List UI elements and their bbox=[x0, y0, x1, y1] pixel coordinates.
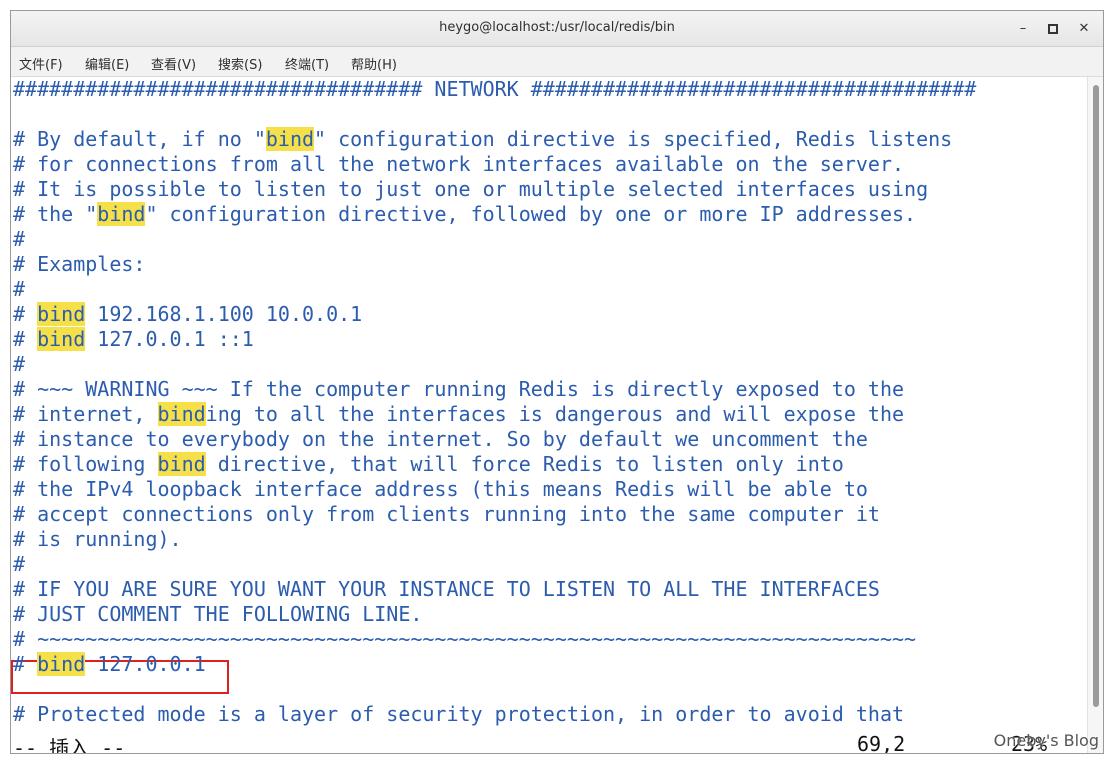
menu-help[interactable]: 帮助(H) bbox=[351, 54, 397, 73]
cursor-position: 69,2 bbox=[857, 732, 906, 754]
terminal-line: # ~~~ WARNING ~~~ If the computer runnin… bbox=[13, 377, 905, 401]
terminal-line: # is running). bbox=[13, 527, 182, 551]
maximize-icon[interactable] bbox=[1043, 19, 1063, 39]
terminal-line: # It is possible to listen to just one o… bbox=[13, 177, 929, 201]
terminal-line: # the "bind" configuration directive, fo… bbox=[13, 202, 917, 226]
menu-terminal[interactable]: 终端(T) bbox=[285, 54, 329, 73]
menu-search[interactable]: 搜索(S) bbox=[218, 54, 262, 73]
terminal-line: # bbox=[13, 552, 26, 576]
terminal-line: # Protected mode is a layer of security … bbox=[13, 702, 905, 726]
menu-bar: 文件(F) 编辑(E) 查看(V) 搜索(S) 终端(T) 帮助(H) bbox=[11, 47, 1103, 77]
terminal-content[interactable]: -- 插入 -- 69,2 23% ######################… bbox=[11, 77, 1089, 754]
terminal-line: # bbox=[13, 227, 26, 251]
terminal-line: # the IPv4 loopback interface address (t… bbox=[13, 477, 868, 501]
vim-status-line: -- 插入 -- 69,2 23% bbox=[11, 732, 1089, 754]
vim-mode: -- 插入 -- bbox=[13, 736, 126, 754]
scrollbar[interactable] bbox=[1087, 77, 1103, 753]
terminal-line: # bind 192.168.1.100 10.0.0.1 bbox=[13, 302, 363, 326]
terminal-line: # bbox=[13, 352, 26, 376]
terminal-line: # for connections from all the network i… bbox=[13, 152, 905, 176]
scrollbar-thumb[interactable] bbox=[1093, 85, 1099, 707]
watermark: Oneby's Blog bbox=[993, 731, 1099, 750]
minimize-icon[interactable]: – bbox=[1013, 19, 1033, 39]
menu-edit[interactable]: 编辑(E) bbox=[85, 54, 129, 73]
menu-file[interactable]: 文件(F) bbox=[19, 54, 63, 73]
terminal-line: # Examples: bbox=[13, 252, 146, 276]
terminal-line: # bind 127.0.0.1 ::1 bbox=[13, 327, 254, 351]
menu-view[interactable]: 查看(V) bbox=[151, 54, 196, 73]
title-bar[interactable]: heygo@localhost:/usr/local/redis/bin – ✕ bbox=[11, 11, 1103, 47]
terminal-line: # instance to everybody on the internet.… bbox=[13, 427, 868, 451]
terminal-window: heygo@localhost:/usr/local/redis/bin – ✕… bbox=[10, 10, 1104, 754]
terminal-line: # internet, binding to all the interface… bbox=[13, 402, 905, 426]
terminal-line: # bbox=[13, 277, 26, 301]
close-icon[interactable]: ✕ bbox=[1074, 19, 1094, 39]
terminal-line: # accept connections only from clients r… bbox=[13, 502, 880, 526]
window-title: heygo@localhost:/usr/local/redis/bin bbox=[439, 20, 675, 35]
terminal-line: # bind 127.0.0.1 bbox=[13, 652, 206, 676]
terminal-line: # following bind directive, that will fo… bbox=[13, 452, 844, 476]
terminal-line: # IF YOU ARE SURE YOU WANT YOUR INSTANCE… bbox=[13, 577, 880, 601]
terminal-line: ################################## NETWO… bbox=[13, 77, 977, 101]
terminal-line: # JUST COMMENT THE FOLLOWING LINE. bbox=[13, 602, 423, 626]
terminal-line: # By default, if no "bind" configuration… bbox=[13, 127, 953, 151]
terminal-line: # ~~~~~~~~~~~~~~~~~~~~~~~~~~~~~~~~~~~~~~… bbox=[13, 627, 917, 651]
